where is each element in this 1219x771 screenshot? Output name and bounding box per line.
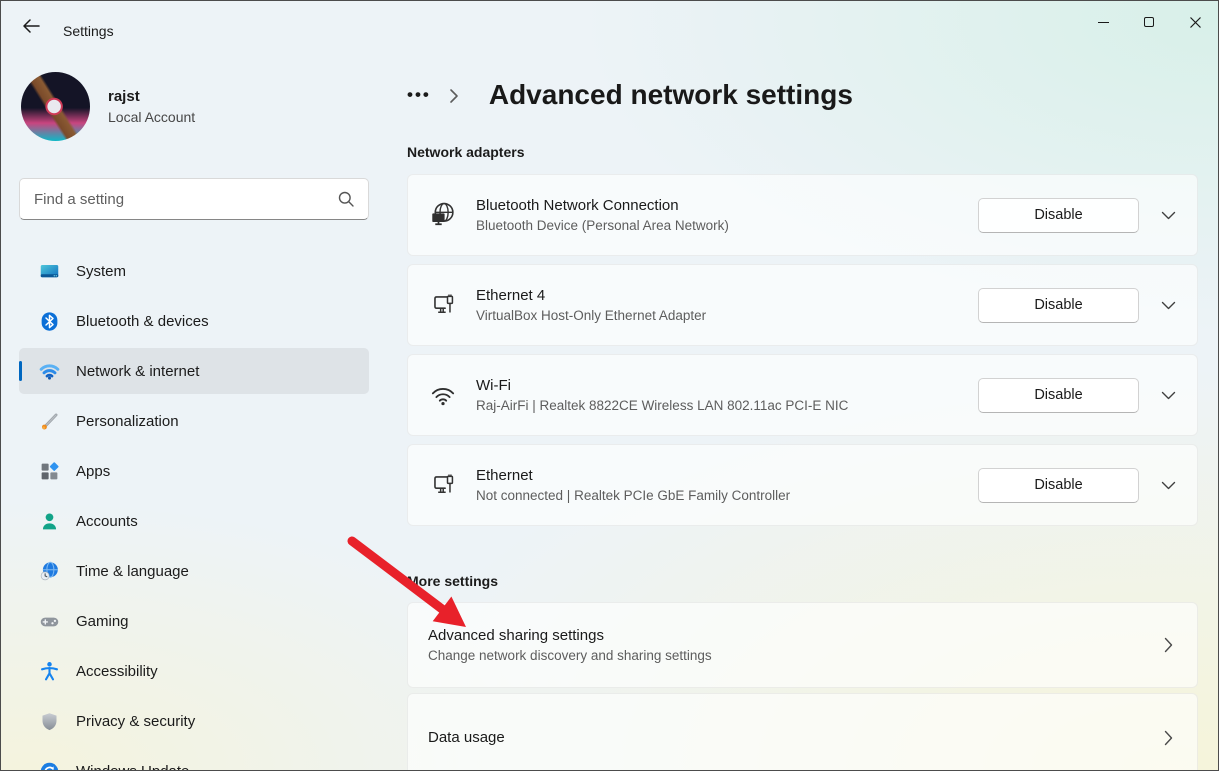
disable-button[interactable]: Disable — [978, 198, 1139, 233]
accessibility-icon — [39, 661, 60, 682]
page-title: Advanced network settings — [489, 79, 853, 111]
adapter-title: Ethernet — [476, 467, 978, 484]
sidebar-item-label: System — [76, 263, 126, 280]
search-input[interactable]: Find a setting — [19, 178, 369, 220]
chevron-down-icon[interactable] — [1155, 292, 1181, 318]
sidebar-item-label: Accounts — [76, 513, 138, 530]
disable-button[interactable]: Disable — [978, 288, 1139, 323]
selected-accent-bar — [19, 361, 22, 381]
close-button[interactable] — [1172, 1, 1218, 43]
globe-monitor-icon — [428, 200, 458, 230]
adapter-row-ethernet[interactable]: Ethernet Not connected | Realtek PCIe Gb… — [407, 444, 1198, 526]
adapter-title: Wi-Fi — [476, 377, 978, 394]
person-icon — [39, 511, 60, 532]
settings-window: Settings rajst Local Account Find a sett… — [0, 0, 1219, 771]
sidebar-item-label: Windows Update — [76, 763, 189, 771]
paintbrush-icon — [39, 411, 60, 432]
account-type: Local Account — [108, 109, 195, 125]
user-name: rajst — [108, 88, 195, 105]
sidebar-item-personalization[interactable]: Personalization — [19, 398, 369, 444]
chevron-down-icon[interactable] — [1155, 472, 1181, 498]
titlebar: Settings — [1, 1, 1218, 49]
sidebar-item-label: Bluetooth & devices — [76, 313, 209, 330]
sidebar-item-gaming[interactable]: Gaming — [19, 598, 369, 644]
apps-icon — [39, 461, 60, 482]
adapter-subtitle: Bluetooth Device (Personal Area Network) — [476, 218, 978, 233]
search-icon — [338, 191, 354, 207]
chevron-right-icon — [1153, 637, 1173, 653]
row-title: Advanced sharing settings — [428, 627, 1153, 644]
close-icon — [1190, 17, 1201, 28]
sidebar-item-accounts[interactable]: Accounts — [19, 498, 369, 544]
breadcrumb: ••• Advanced network settings — [407, 73, 853, 117]
search-placeholder: Find a setting — [34, 191, 338, 208]
ethernet-adapter-icon — [428, 290, 458, 320]
data-usage-row[interactable]: Data usage — [407, 693, 1198, 771]
chevron-down-icon[interactable] — [1155, 382, 1181, 408]
sidebar-item-time-language[interactable]: Time & language — [19, 548, 369, 594]
disable-button[interactable]: Disable — [978, 378, 1139, 413]
adapter-text: Bluetooth Network Connection Bluetooth D… — [476, 197, 978, 233]
minimize-button[interactable] — [1080, 1, 1126, 43]
adapter-title: Ethernet 4 — [476, 287, 978, 304]
sidebar-item-label: Accessibility — [76, 663, 158, 680]
adapter-text: Ethernet 4 VirtualBox Host-Only Ethernet… — [476, 287, 978, 323]
chevron-right-icon — [1153, 730, 1173, 746]
sidebar-item-label: Personalization — [76, 413, 179, 430]
window-controls — [1080, 1, 1218, 43]
update-icon — [39, 761, 60, 771]
sidebar-item-accessibility[interactable]: Accessibility — [19, 648, 369, 694]
shield-icon — [39, 711, 60, 732]
adapter-row-ethernet-4[interactable]: Ethernet 4 VirtualBox Host-Only Ethernet… — [407, 264, 1198, 346]
adapter-subtitle: Not connected | Realtek PCIe GbE Family … — [476, 488, 978, 503]
sidebar-item-label: Network & internet — [76, 363, 199, 380]
window-title: Settings — [63, 23, 114, 39]
adapter-subtitle: Raj-AirFi | Realtek 8822CE Wireless LAN … — [476, 398, 978, 413]
row-subtitle: Change network discovery and sharing set… — [428, 648, 1153, 663]
sidebar-item-bluetooth-devices[interactable]: Bluetooth & devices — [19, 298, 369, 344]
breadcrumb-more-button[interactable]: ••• — [407, 90, 431, 100]
chevron-down-icon[interactable] — [1155, 202, 1181, 228]
sidebar-item-label: Gaming — [76, 613, 129, 630]
sidebar-item-windows-update[interactable]: Windows Update — [19, 748, 369, 771]
adapter-text: Wi-Fi Raj-AirFi | Realtek 8822CE Wireles… — [476, 377, 978, 413]
sidebar: System Bluetooth & devices Network & int… — [19, 248, 369, 771]
sidebar-item-label: Privacy & security — [76, 713, 195, 730]
wifi-icon — [39, 361, 60, 382]
row-text: Advanced sharing settings Change network… — [428, 627, 1153, 663]
sidebar-item-network-internet[interactable]: Network & internet — [19, 348, 369, 394]
adapters-section-header: Network adapters — [407, 144, 524, 160]
globe-clock-icon — [39, 561, 60, 582]
avatar — [21, 72, 90, 141]
more-settings-header: More settings — [407, 573, 498, 589]
sidebar-item-label: Time & language — [76, 563, 189, 580]
profile-text: rajst Local Account — [108, 88, 195, 125]
maximize-icon — [1144, 17, 1154, 27]
disable-button[interactable]: Disable — [978, 468, 1139, 503]
sidebar-item-privacy-security[interactable]: Privacy & security — [19, 698, 369, 744]
back-arrow-icon — [23, 19, 40, 33]
advanced-sharing-settings-row[interactable]: Advanced sharing settings Change network… — [407, 602, 1198, 688]
adapter-row-bluetooth-network[interactable]: Bluetooth Network Connection Bluetooth D… — [407, 174, 1198, 256]
chevron-right-icon — [449, 88, 459, 104]
back-button[interactable] — [13, 11, 49, 41]
wifi-adapter-icon — [428, 380, 458, 410]
adapter-title: Bluetooth Network Connection — [476, 197, 978, 214]
sidebar-item-label: Apps — [76, 463, 110, 480]
adapter-row-wifi[interactable]: Wi-Fi Raj-AirFi | Realtek 8822CE Wireles… — [407, 354, 1198, 436]
user-profile[interactable]: rajst Local Account — [21, 72, 195, 141]
bluetooth-icon — [39, 311, 60, 332]
row-title: Data usage — [428, 729, 1153, 746]
adapter-text: Ethernet Not connected | Realtek PCIe Gb… — [476, 467, 978, 503]
system-icon — [39, 261, 60, 282]
maximize-button[interactable] — [1126, 1, 1172, 43]
minimize-icon — [1098, 22, 1109, 23]
sidebar-item-apps[interactable]: Apps — [19, 448, 369, 494]
sidebar-item-system[interactable]: System — [19, 248, 369, 294]
ethernet-adapter-icon — [428, 470, 458, 500]
adapter-subtitle: VirtualBox Host-Only Ethernet Adapter — [476, 308, 978, 323]
gamepad-icon — [39, 611, 60, 632]
